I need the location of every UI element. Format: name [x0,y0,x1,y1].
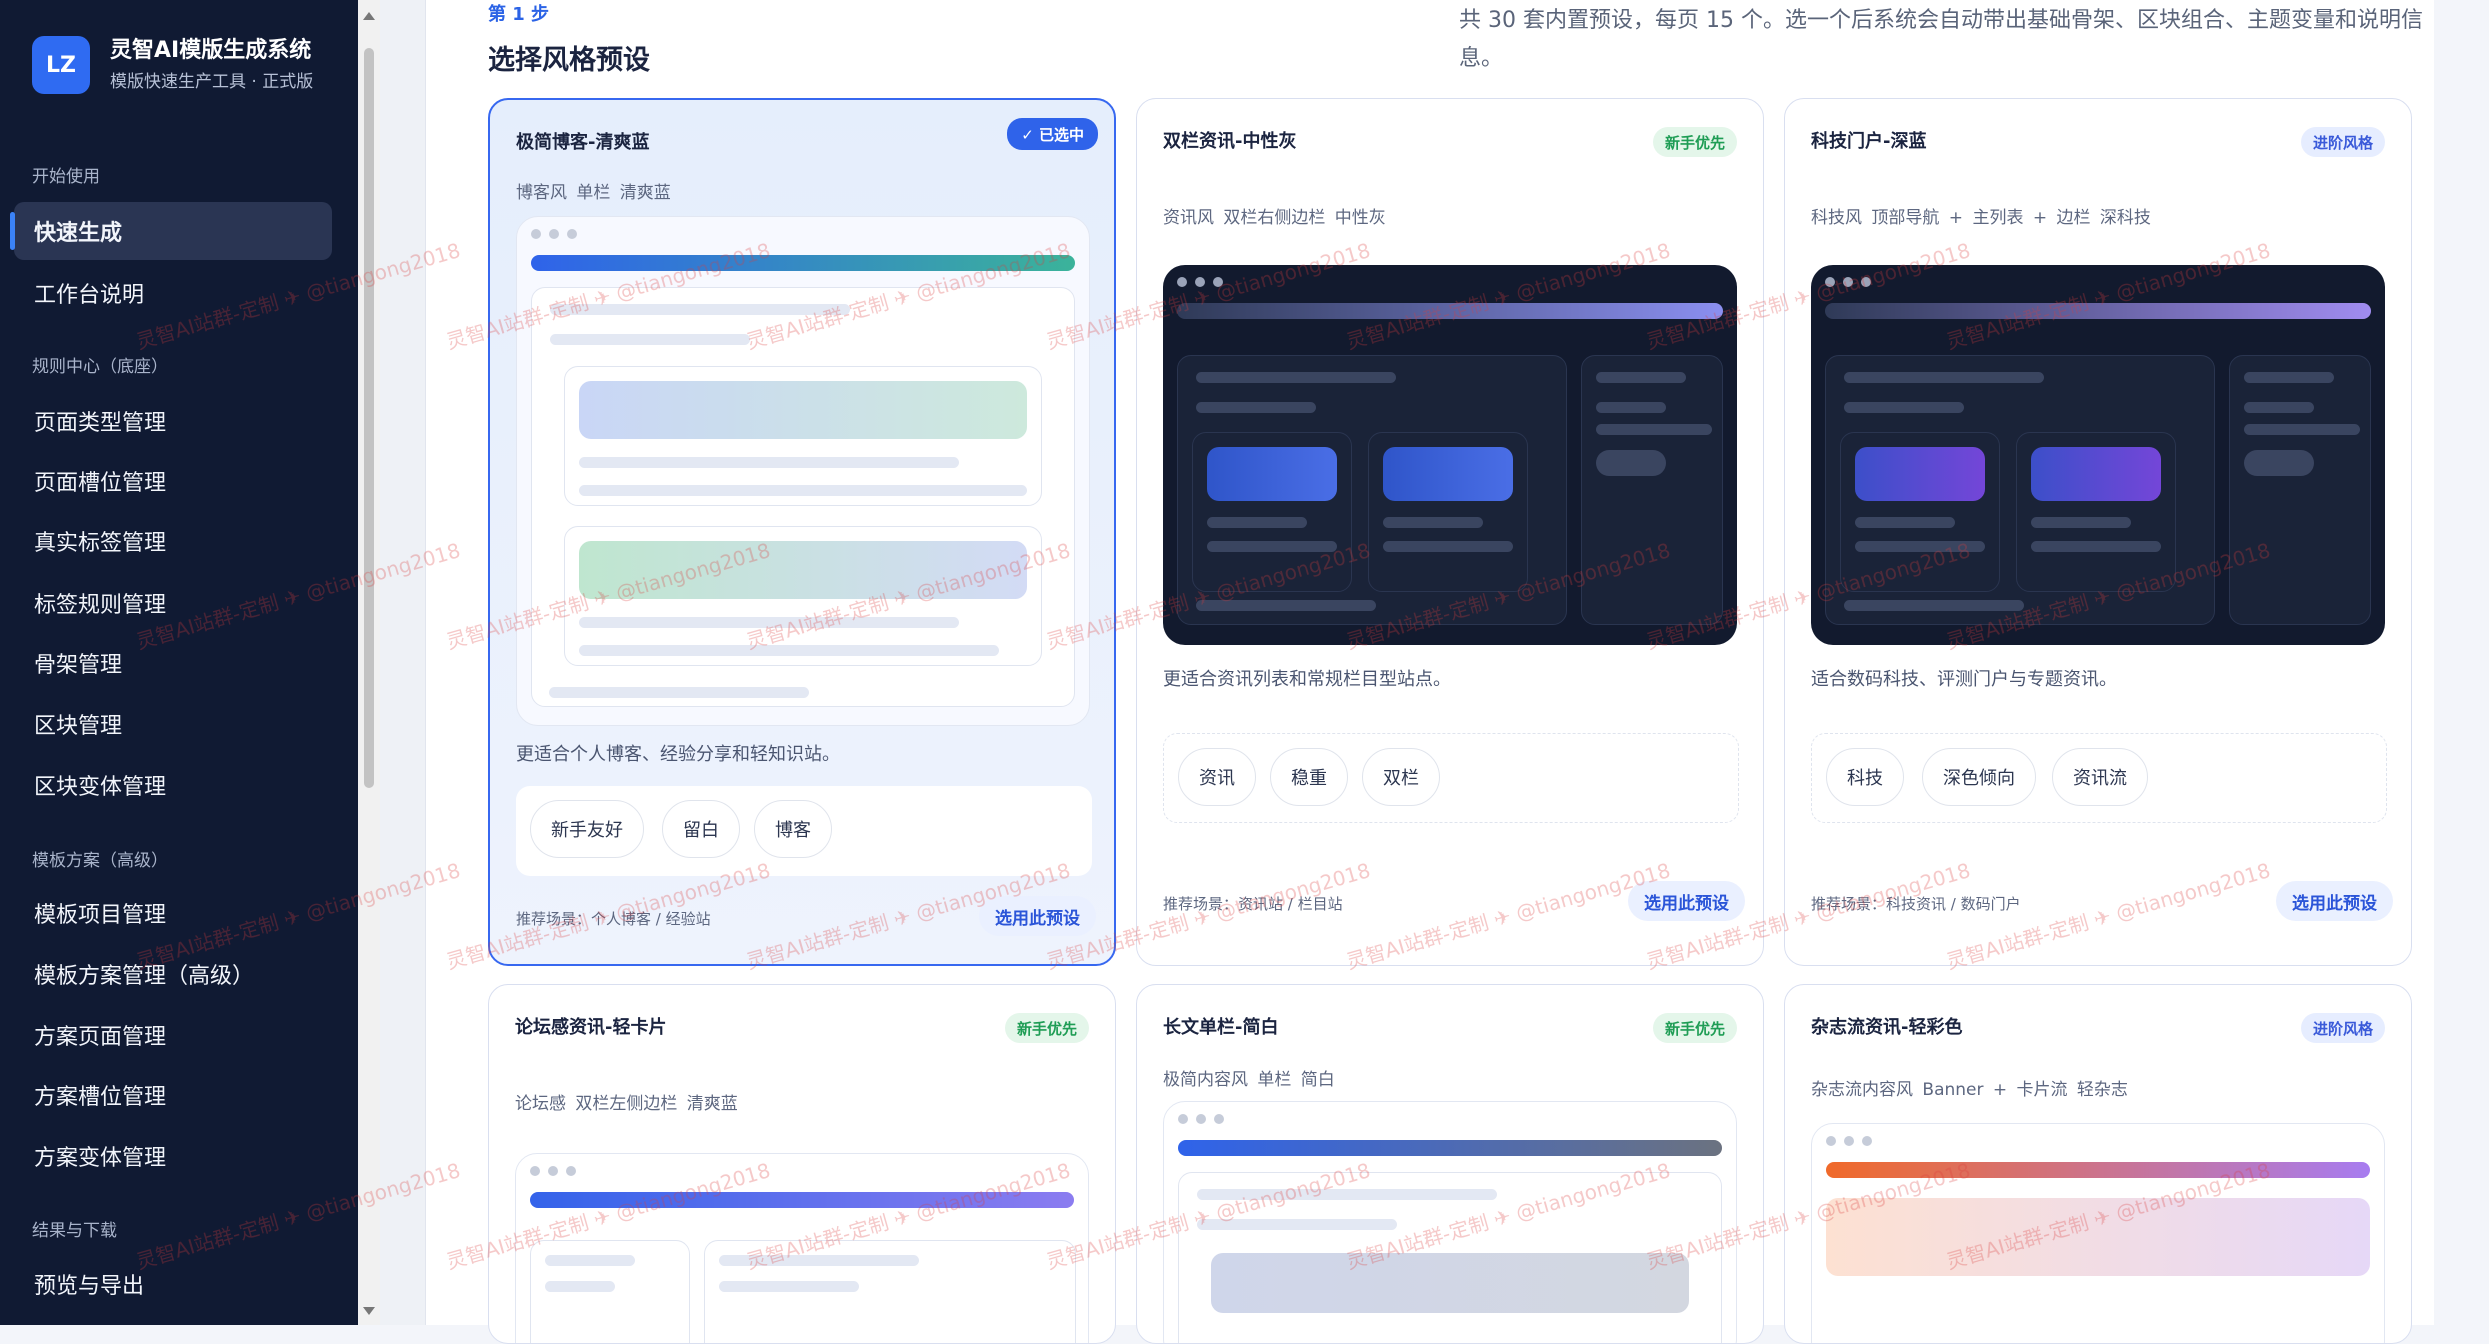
chip: 资讯 [1178,748,1256,806]
chip: 新手友好 [530,800,644,858]
card-tags: 极简内容风 单栏 简白 [1163,1070,1335,1090]
sidebar-item-preview-export[interactable]: 预览与导出 [14,1255,332,1313]
sidebar-item-scheme-slots[interactable]: 方案槽位管理 [14,1066,332,1124]
card-title: 长文单栏-简白 [1163,1017,1279,1038]
chip: 资讯流 [2052,748,2148,806]
sidebar-item-block-variants[interactable]: 区块变体管理 [14,756,332,814]
card-scene: 推荐场景：资讯站 / 栏目站 [1163,895,1343,913]
card-scene: 推荐场景：科技资讯 / 数码门户 [1811,895,2021,913]
preset-card-long-form[interactable]: 长文单栏-简白 新手优先 极简内容风 单栏 简白 [1136,984,1764,1344]
scroll-up-arrow-icon[interactable] [363,12,375,20]
sidebar-scrollbar[interactable] [358,0,380,1325]
sidebar-item-blocks[interactable]: 区块管理 [14,695,332,753]
preset-card-minimal-blog[interactable]: 极简博客-清爽蓝 ✓ 已选中 博客风 单栏 清爽蓝 更适合个人博客、经验分享和轻… [488,98,1116,966]
card-title: 双栏资讯-中性灰 [1163,131,1297,152]
card-preview [1163,1101,1737,1343]
sidebar-item-scheme-variants[interactable]: 方案变体管理 [14,1127,332,1185]
sidebar-item-scheme-pages[interactable]: 方案页面管理 [14,1006,332,1064]
card-title: 极简博客-清爽蓝 [516,132,650,153]
card-scene: 推荐场景：个人博客 / 经验站 [516,910,711,928]
nav-group-templates: 模板方案（高级） [32,851,168,871]
badge-beginner: 新手优先 [1652,1013,1737,1043]
sidebar-item-template-projects[interactable]: 模板项目管理 [14,884,332,942]
card-description: 适合数码科技、评测门户与专题资讯。 [1811,669,2117,690]
badge-beginner: 新手优先 [1004,1013,1089,1043]
sidebar-item-workbench-guide[interactable]: 工作台说明 [14,264,332,322]
sidebar-item-template-schemes[interactable]: 模板方案管理（高级） [14,945,332,1003]
chip: 稳重 [1270,748,1348,806]
card-description: 更适合个人博客、经验分享和轻知识站。 [516,744,840,765]
step-label: 第 1 步 [488,4,550,25]
badge-advanced: 进阶风格 [2300,127,2385,157]
card-preview [1811,1123,2385,1343]
badge-advanced: 进阶风格 [2300,1013,2385,1043]
sidebar-item-tag-rules[interactable]: 标签规则管理 [14,574,332,632]
brand-title: 灵智AI模版生成系统 [110,38,312,63]
sidebar-item-real-tags[interactable]: 真实标签管理 [14,512,332,570]
chip: 留白 [662,800,740,858]
card-description: 更适合资讯列表和常规栏目型站点。 [1163,669,1451,690]
scroll-down-arrow-icon[interactable] [363,1307,375,1315]
use-preset-button[interactable]: 选用此预设 [979,896,1096,936]
content-gutter [380,0,426,1325]
chip: 博客 [754,800,832,858]
preset-card-two-column-news[interactable]: 双栏资讯-中性灰 新手优先 资讯风 双栏右侧边栏 中性灰 更适合资讯列表和常规栏… [1136,98,1764,966]
main-content: 第 1 步 选择风格预设 共 30 套内置预设，每页 15 个。选一个后系统会自… [426,0,2434,1344]
preset-card-tech-portal[interactable]: 科技门户-深蓝 进阶风格 科技风 顶部导航 + 主列表 + 边栏 深科技 适合数… [1784,98,2412,966]
card-chips: 科技 深色倾向 资讯流 [1811,733,2387,823]
card-title: 杂志流资讯-轻彩色 [1811,1017,1963,1038]
sidebar: LZ 灵智AI模版生成系统 模版快速生产工具 · 正式版 开始使用 快速生成 工… [0,0,358,1325]
chip: 双栏 [1362,748,1440,806]
preset-card-forum-news[interactable]: 论坛感资讯-轻卡片 新手优先 论坛感 双栏左侧边栏 清爽蓝 [488,984,1116,1344]
selected-badge: ✓ 已选中 [1007,118,1098,150]
card-title: 论坛感资讯-轻卡片 [515,1017,667,1038]
card-title: 科技门户-深蓝 [1811,131,1927,152]
sidebar-item-page-slots[interactable]: 页面槽位管理 [14,452,332,510]
card-preview [1811,265,2385,645]
card-tags: 资讯风 双栏右侧边栏 中性灰 [1163,208,1386,228]
card-preview [1163,265,1737,645]
badge-beginner: 新手优先 [1652,127,1737,157]
use-preset-button[interactable]: 选用此预设 [2276,881,2393,921]
card-tags: 科技风 顶部导航 + 主列表 + 边栏 深科技 [1811,208,2151,228]
brand-subtitle: 模版快速生产工具 · 正式版 [110,72,314,92]
card-preview [516,216,1090,726]
card-tags: 杂志流内容风 Banner + 卡片流 轻杂志 [1811,1080,2128,1100]
sidebar-item-quick-generate[interactable]: 快速生成 [10,202,332,260]
nav-group-start: 开始使用 [32,167,100,187]
chip: 深色倾向 [1922,748,2036,806]
preset-card-magazine-flow[interactable]: 杂志流资讯-轻彩色 进阶风格 杂志流内容风 Banner + 卡片流 轻杂志 [1784,984,2412,1344]
card-preview [515,1153,1089,1343]
sidebar-item-page-types[interactable]: 页面类型管理 [14,392,332,450]
brand-logo: LZ [32,36,90,94]
scrollbar-thumb[interactable] [364,48,374,788]
card-chips: 资讯 稳重 双栏 [1163,733,1739,823]
nav-group-rules: 规则中心（底座） [32,357,168,377]
sidebar-item-skeletons[interactable]: 骨架管理 [14,634,332,692]
card-tags: 博客风 单栏 清爽蓝 [516,183,671,203]
section-description: 共 30 套内置预设，每页 15 个。选一个后系统会自动带出基础骨架、区块组合、… [1459,8,2423,71]
chip: 科技 [1826,748,1904,806]
section-title: 选择风格预设 [488,45,650,76]
use-preset-button[interactable]: 选用此预设 [1628,881,1745,921]
card-tags: 论坛感 双栏左侧边栏 清爽蓝 [515,1094,738,1114]
card-chips: 新手友好 留白 博客 [516,786,1092,876]
brand: LZ 灵智AI模版生成系统 模版快速生产工具 · 正式版 [32,36,328,94]
nav-group-results: 结果与下载 [32,1221,117,1241]
